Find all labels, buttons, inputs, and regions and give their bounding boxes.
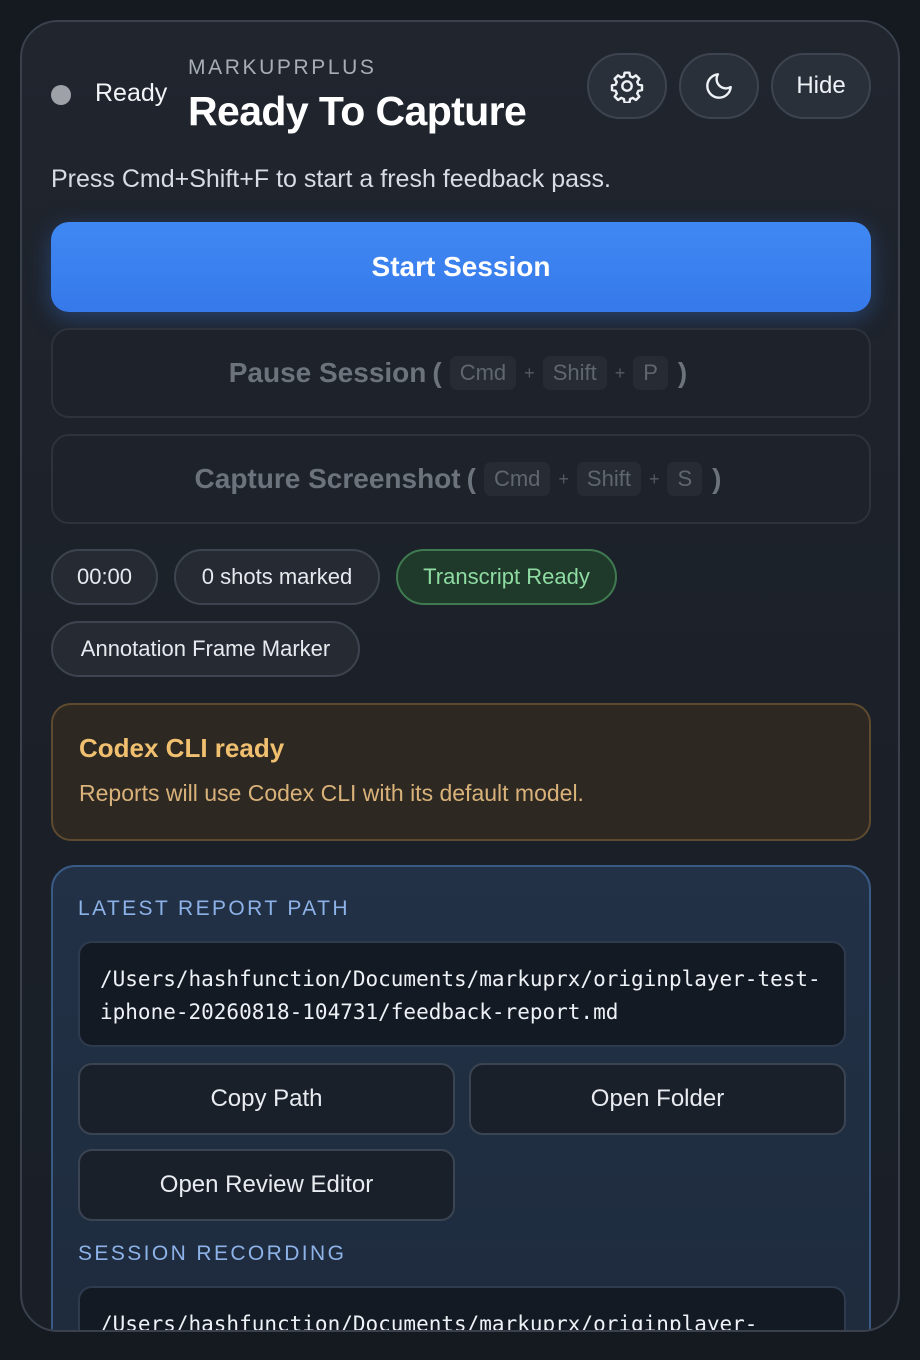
report-path-field[interactable]: /Users/hashfunction/Documents/markuprx/o… xyxy=(78,941,846,1047)
shots-marked-chip: 0 shots marked xyxy=(174,549,380,605)
session-recording-label: SESSION RECORDING xyxy=(78,1242,347,1265)
report-path-label: LATEST REPORT PATH xyxy=(78,897,350,920)
shortcut-close-paren: ) xyxy=(712,463,722,494)
shortcut-key: S xyxy=(667,462,703,496)
capture-screenshot-label: Capture Screenshot xyxy=(194,463,461,494)
theme-toggle-button[interactable] xyxy=(679,53,759,119)
capture-panel: Ready MARKUPRPLUS Ready To Capture Hide … xyxy=(20,20,900,1332)
gear-icon xyxy=(610,71,644,103)
shortcut-plus: + xyxy=(558,468,569,489)
page-title: Ready To Capture xyxy=(188,88,527,134)
shortcut-plus: + xyxy=(648,468,660,489)
shortcut-close-paren: ) xyxy=(677,357,688,388)
shortcut-key: Cmd xyxy=(483,462,551,496)
hide-button[interactable]: Hide xyxy=(771,53,871,119)
capture-screenshot-button[interactable]: Capture Screenshot ( Cmd + Shift + S ) xyxy=(51,434,871,524)
pause-session-button[interactable]: Pause Session ( Cmd + Shift + P ) xyxy=(51,328,871,418)
shortcut-open-paren: ( xyxy=(432,357,442,388)
copy-path-button[interactable]: Copy Path xyxy=(78,1063,455,1135)
shortcut-hint: Press Cmd+Shift+F to start a fresh feedb… xyxy=(51,165,611,193)
app-name: MARKUPRPLUS xyxy=(188,56,377,79)
session-timer-chip: 00:00 xyxy=(51,549,158,605)
shortcut-key: Shift xyxy=(576,462,641,496)
shortcut-open-paren: ( xyxy=(466,463,476,494)
codex-status-notice: Codex CLI ready Reports will use Codex C… xyxy=(51,703,871,841)
settings-button[interactable] xyxy=(587,53,667,119)
status-label: Ready xyxy=(95,79,168,107)
shortcut-plus: + xyxy=(524,362,535,383)
shortcut-key: Shift xyxy=(542,356,607,390)
start-session-button[interactable]: Start Session xyxy=(51,222,871,312)
transcript-status-chip: Transcript Ready xyxy=(396,549,617,605)
shortcut-plus: + xyxy=(614,362,626,383)
notice-title: Codex CLI ready xyxy=(79,733,285,763)
notice-text: Reports will use Codex CLI with its defa… xyxy=(79,780,584,806)
pause-session-label: Pause Session xyxy=(228,357,427,388)
open-review-editor-button[interactable]: Open Review Editor xyxy=(78,1149,455,1221)
recording-path-field[interactable]: /Users/hashfunction/Documents/markuprx/o… xyxy=(78,1286,846,1330)
shortcut-key: P xyxy=(633,356,668,390)
shortcut-key: Cmd xyxy=(449,356,517,390)
status-indicator-dot xyxy=(51,85,71,105)
report-card: LATEST REPORT PATH /Users/hashfunction/D… xyxy=(51,865,871,1330)
open-folder-button[interactable]: Open Folder xyxy=(469,1063,846,1135)
moon-icon xyxy=(706,73,732,99)
annotation-marker-chip: Annotation Frame Marker xyxy=(51,621,360,677)
